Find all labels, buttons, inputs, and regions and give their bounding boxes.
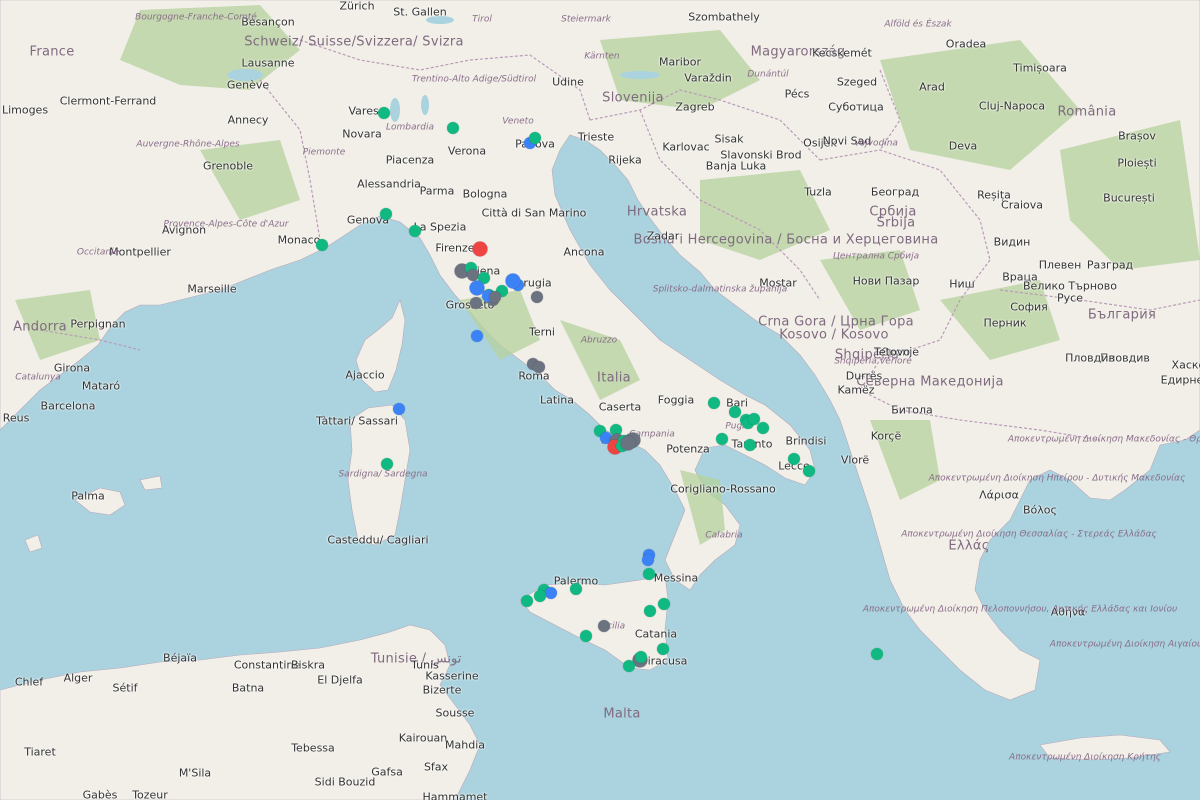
map-marker-green[interactable] <box>716 433 728 445</box>
map-marker-green[interactable] <box>658 598 670 610</box>
map-marker-green[interactable] <box>657 643 669 655</box>
map-marker-red[interactable] <box>472 241 488 257</box>
map-marker-blue[interactable] <box>545 587 557 599</box>
map-marker-green[interactable] <box>381 458 393 470</box>
map-marker-green[interactable] <box>570 583 582 595</box>
map-marker-green[interactable] <box>378 107 390 119</box>
map-marker-blue[interactable] <box>471 330 483 342</box>
map-marker-blue[interactable] <box>505 273 521 289</box>
map-marker-green[interactable] <box>580 630 592 642</box>
map-marker-gray[interactable] <box>598 620 610 632</box>
map-marker-green[interactable] <box>788 453 800 465</box>
map-marker-green[interactable] <box>644 605 656 617</box>
map-marker-green[interactable] <box>708 397 720 409</box>
map-marker-green[interactable] <box>409 225 421 237</box>
map-marker-green[interactable] <box>447 122 459 134</box>
map-marker-green[interactable] <box>871 648 883 660</box>
map-marker-green[interactable] <box>316 239 328 251</box>
map-marker-green[interactable] <box>643 568 655 580</box>
map-marker-green[interactable] <box>623 660 635 672</box>
map-marker-gray[interactable] <box>533 361 545 373</box>
map-marker-blue[interactable] <box>393 403 405 415</box>
map-marker-green[interactable] <box>529 132 541 144</box>
map-canvas[interactable]: France Italia Slovenija Hrvatska Magyarorszá… <box>0 0 1200 800</box>
map-marker-green[interactable] <box>757 422 769 434</box>
map-marker-gray[interactable] <box>489 291 501 303</box>
map-marker-gray[interactable] <box>470 297 482 309</box>
map-marker-green[interactable] <box>744 439 756 451</box>
map-marker-gray[interactable] <box>620 435 636 451</box>
map-marker-green[interactable] <box>521 595 533 607</box>
basemap <box>0 0 1200 800</box>
map-marker-green[interactable] <box>534 590 546 602</box>
map-marker-green[interactable] <box>380 208 392 220</box>
map-marker-green[interactable] <box>803 465 815 477</box>
map-marker-gray[interactable] <box>531 291 543 303</box>
map-marker-green[interactable] <box>635 651 647 663</box>
map-marker-green[interactable] <box>729 406 741 418</box>
map-marker-blue[interactable] <box>642 554 654 566</box>
